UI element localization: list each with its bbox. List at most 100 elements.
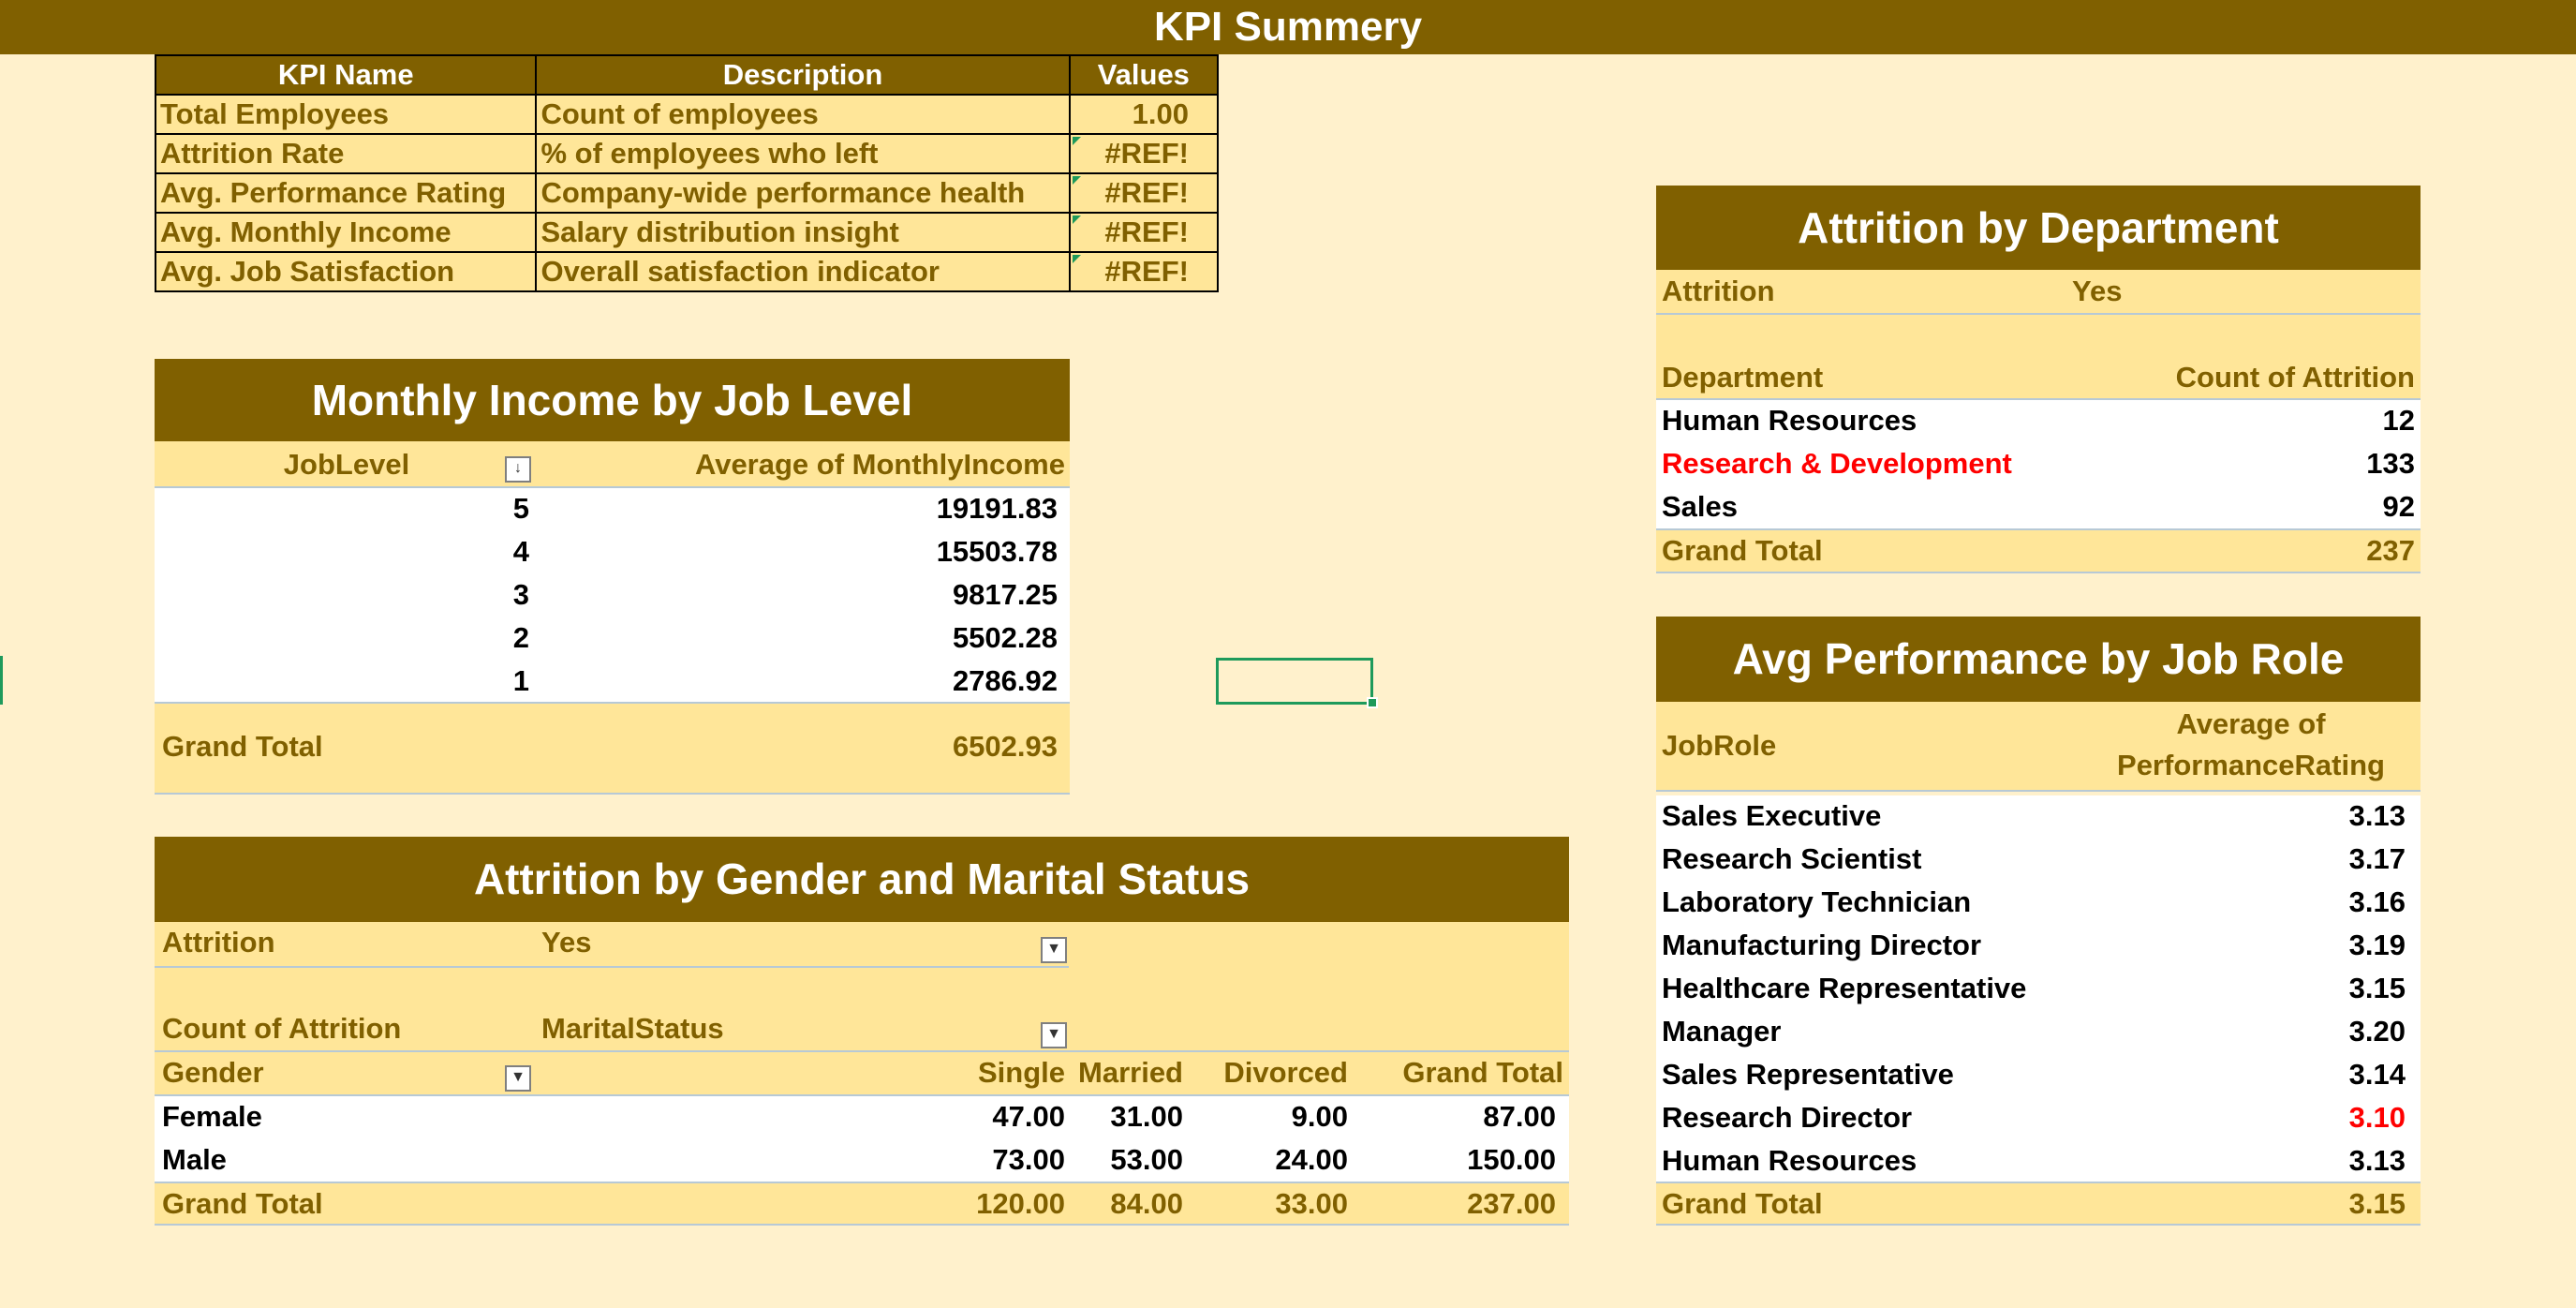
kpi-table: KPI Name Description Values Total Employ… [154, 54, 1220, 292]
gender-cell[interactable]: Male [162, 1139, 227, 1181]
attrition-filter-value[interactable]: Yes [2072, 271, 2122, 312]
kpi-name-cell[interactable]: Avg. Job Satisfaction [154, 251, 538, 292]
kpi-value-cell[interactable]: #REF! [1068, 172, 1220, 214]
rating-cell-highlighted[interactable]: 3.10 [1656, 1097, 2406, 1138]
dept-pivot-filter-area: Attrition Yes Department Count of Attrit… [1656, 270, 2421, 400]
grand-total-value[interactable]: 3.15 [1656, 1183, 2406, 1225]
joblevel-cell[interactable]: 1 [155, 661, 529, 702]
total-cell[interactable]: 120.00 [960, 1183, 1065, 1225]
col-divorced[interactable]: Divorced [1213, 1052, 1348, 1093]
count-cell[interactable]: 92 [1656, 486, 2415, 528]
sort-dropdown-icon[interactable]: ↓ [505, 456, 531, 483]
kpi-header-values[interactable]: Values [1068, 54, 1220, 96]
avg-performance-header-line1[interactable]: Average of [2087, 704, 2415, 745]
kpi-desc-cell[interactable]: Salary distribution insight [535, 212, 1071, 253]
col-grand-total[interactable]: Grand Total [1372, 1052, 1563, 1093]
rating-cell[interactable]: 3.14 [1656, 1054, 2406, 1095]
role-grand-total-row: Grand Total 3.15 [1656, 1183, 2421, 1225]
filter-dropdown-icon[interactable]: ▼ [1041, 937, 1067, 963]
value-cell[interactable]: 53.00 [1076, 1139, 1183, 1181]
gender-pivot-title: Attrition by Gender and Marital Status [155, 837, 1569, 922]
kpi-value-text: #REF! [1104, 176, 1189, 209]
col-married[interactable]: Married [1076, 1052, 1183, 1093]
gender-pivot-body: Female 47.00 31.00 9.00 87.00 Male 73.00… [155, 1096, 1569, 1182]
income-cell[interactable]: 19191.83 [548, 488, 1058, 529]
gender-grand-total-row: Grand Total 120.00 84.00 33.00 237.00 [155, 1183, 1569, 1225]
value-cell[interactable]: 150.00 [1372, 1139, 1556, 1181]
chevron-down-icon[interactable]: ▼ [1041, 1022, 1067, 1048]
rating-cell[interactable]: 3.17 [1656, 839, 2406, 880]
column-field-label[interactable]: MaritalStatus [541, 1008, 724, 1049]
joblevel-cell[interactable]: 5 [155, 488, 529, 529]
kpi-desc-cell[interactable]: % of employees who left [535, 133, 1071, 174]
rating-cell[interactable]: 3.13 [1656, 795, 2406, 837]
kpi-value-cell[interactable]: 1.00 [1068, 94, 1220, 135]
error-indicator-icon [1072, 176, 1081, 185]
grand-total-label[interactable]: Grand Total [162, 1183, 323, 1225]
jobrole-header[interactable]: JobRole [1662, 725, 1776, 766]
total-cell[interactable]: 33.00 [1213, 1183, 1348, 1225]
grand-total-label[interactable]: Grand Total [162, 726, 323, 767]
kpi-name-cell[interactable]: Attrition Rate [154, 133, 538, 174]
income-pivot-body: 5 19191.83 4 15503.78 3 9817.25 2 5502.2… [155, 488, 1070, 703]
value-cell[interactable]: 73.00 [960, 1139, 1065, 1181]
income-cell[interactable]: 15503.78 [548, 531, 1058, 572]
error-indicator-icon [1072, 137, 1081, 145]
kpi-value-cell[interactable]: #REF! [1068, 251, 1220, 292]
kpi-header-name[interactable]: KPI Name [154, 54, 538, 96]
gender-header[interactable]: Gender [162, 1052, 264, 1093]
avg-income-header[interactable]: Average of MonthlyIncome [548, 444, 1065, 485]
kpi-desc-cell[interactable]: Overall satisfaction indicator [535, 251, 1071, 292]
kpi-value-cell[interactable]: #REF! [1068, 133, 1220, 174]
measure-label[interactable]: Count of Attrition [162, 1008, 401, 1049]
col-single[interactable]: Single [960, 1052, 1065, 1093]
row-selection-marker [0, 656, 3, 705]
count-cell[interactable]: 133 [1656, 443, 2415, 484]
table-row: Total Employees Count of employees 1.00 [154, 94, 1220, 135]
joblevel-cell[interactable]: 2 [155, 617, 529, 659]
value-cell[interactable]: 24.00 [1213, 1139, 1348, 1181]
income-cell[interactable]: 9817.25 [548, 574, 1058, 616]
kpi-desc-cell[interactable]: Count of employees [535, 94, 1071, 135]
income-cell[interactable]: 2786.92 [548, 661, 1058, 702]
fill-handle[interactable] [1367, 697, 1378, 708]
grand-total-value[interactable]: 6502.93 [548, 726, 1058, 767]
rating-cell[interactable]: 3.16 [1656, 882, 2406, 923]
sheet-title: KPI Summery [0, 0, 2576, 54]
count-attrition-header[interactable]: Count of Attrition [1656, 357, 2415, 398]
value-cell[interactable]: 31.00 [1076, 1096, 1183, 1137]
kpi-value-text: #REF! [1104, 137, 1189, 170]
kpi-value-cell[interactable]: #REF! [1068, 212, 1220, 253]
rating-cell[interactable]: 3.15 [1656, 968, 2406, 1009]
kpi-name-cell[interactable]: Avg. Monthly Income [154, 212, 538, 253]
avg-performance-header-line2[interactable]: PerformanceRating [2087, 745, 2415, 786]
joblevel-cell[interactable]: 4 [155, 531, 529, 572]
dept-pivot-title: Attrition by Department [1656, 186, 2421, 270]
total-cell[interactable]: 84.00 [1076, 1183, 1183, 1225]
count-cell[interactable]: 12 [1656, 400, 2415, 441]
kpi-name-cell[interactable]: Avg. Performance Rating [154, 172, 538, 214]
rating-cell[interactable]: 3.20 [1656, 1011, 2406, 1052]
joblevel-cell[interactable]: 3 [155, 574, 529, 616]
gender-cell[interactable]: Female [162, 1096, 262, 1137]
value-cell[interactable]: 47.00 [960, 1096, 1065, 1137]
rating-cell[interactable]: 3.19 [1656, 925, 2406, 966]
total-cell[interactable]: 237.00 [1372, 1183, 1556, 1225]
chevron-down-icon[interactable]: ▼ [505, 1065, 531, 1092]
value-cell[interactable]: 9.00 [1213, 1096, 1348, 1137]
selected-cell[interactable] [1216, 658, 1373, 705]
income-cell[interactable]: 5502.28 [548, 617, 1058, 659]
attrition-filter-label[interactable]: Attrition [1662, 271, 1775, 312]
value-cell[interactable]: 87.00 [1372, 1096, 1556, 1137]
income-grand-total-row: Grand Total 6502.93 [155, 704, 1070, 794]
grand-total-value[interactable]: 237 [1656, 530, 2415, 572]
attrition-filter-label[interactable]: Attrition [162, 922, 275, 963]
rating-cell[interactable]: 3.13 [1656, 1140, 2406, 1182]
dept-pivot-body: Human Resources 12 Research & Developmen… [1656, 400, 2421, 529]
kpi-name-cell[interactable]: Total Employees [154, 94, 538, 135]
table-row: Attrition Rate % of employees who left #… [154, 133, 1220, 174]
attrition-filter-value[interactable]: Yes [541, 922, 591, 963]
joblevel-header[interactable]: JobLevel [155, 444, 539, 485]
kpi-desc-cell[interactable]: Company-wide performance health [535, 172, 1071, 214]
kpi-header-description[interactable]: Description [535, 54, 1071, 96]
